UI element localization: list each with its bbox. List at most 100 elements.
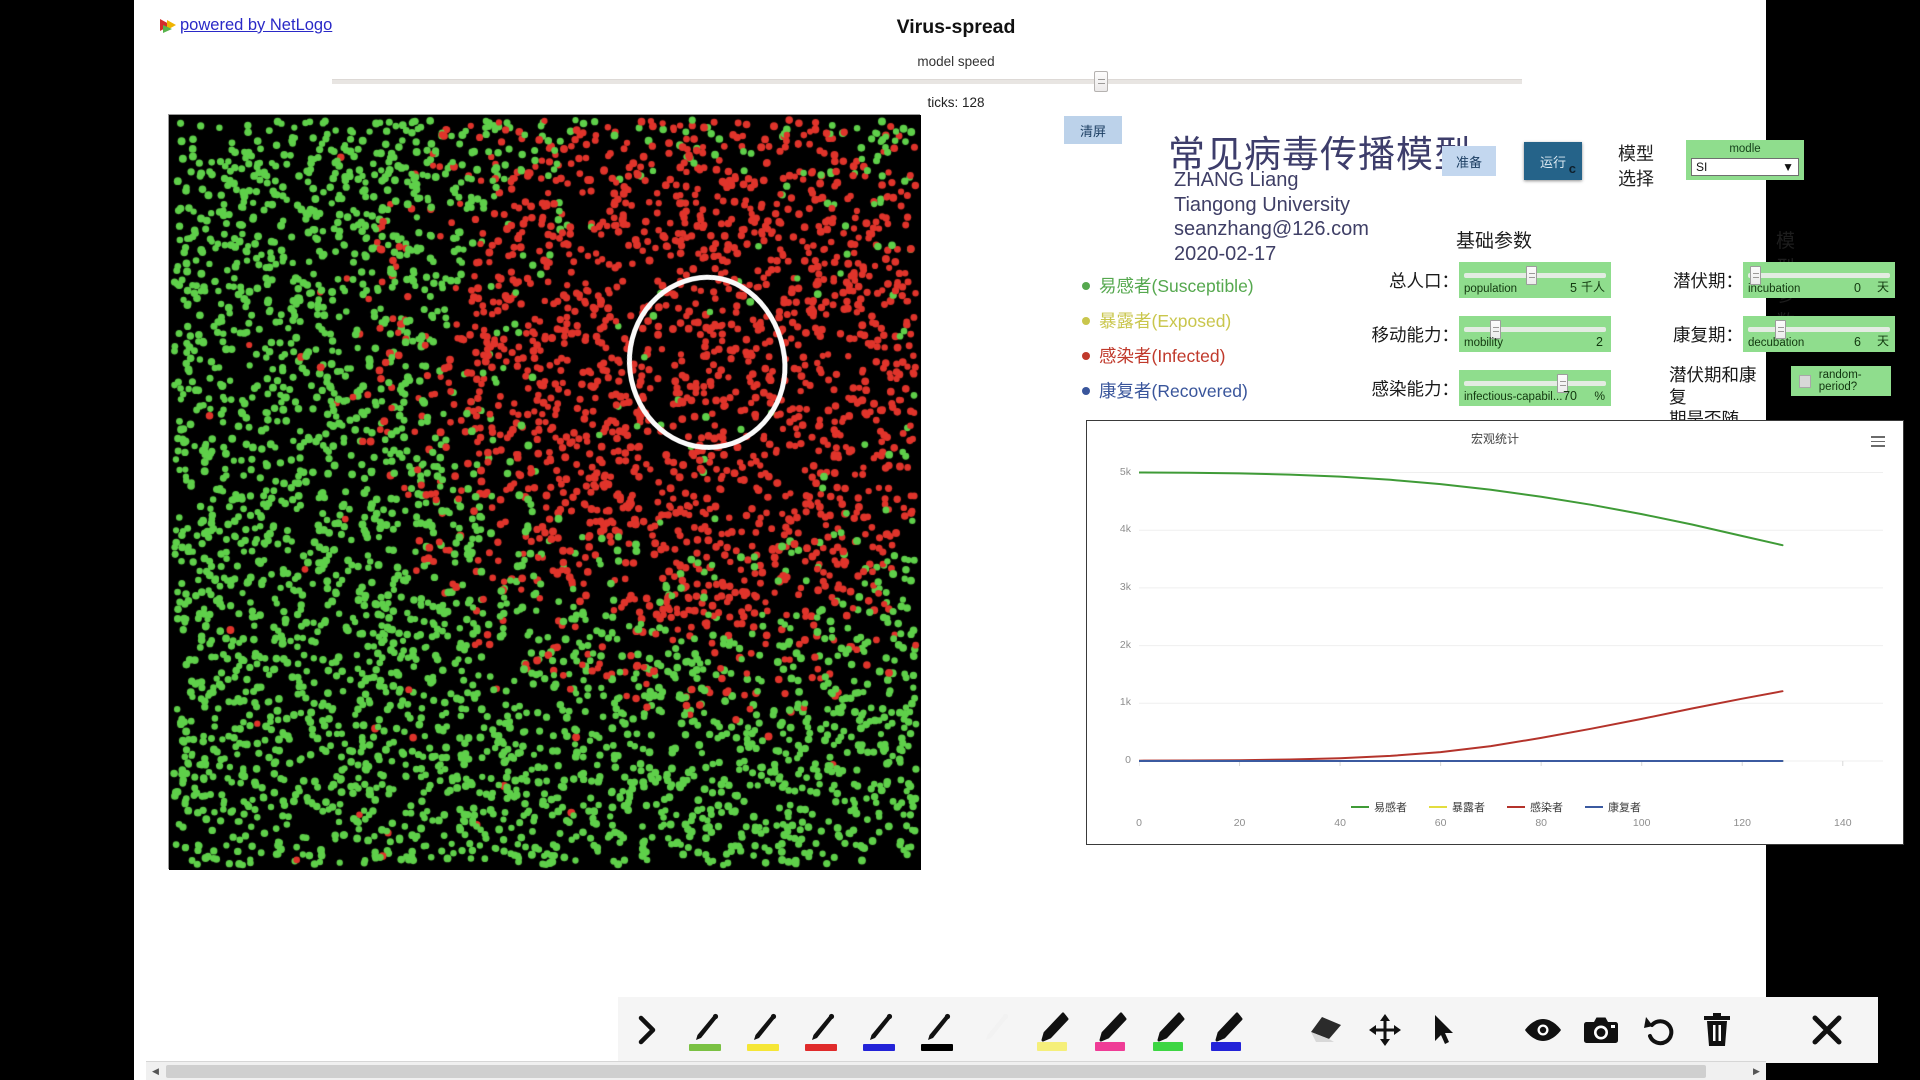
switch-toggle-icon[interactable] bbox=[1799, 374, 1811, 388]
random-period-label: random-period? bbox=[1818, 369, 1862, 393]
chart-menu-icon[interactable] bbox=[1871, 433, 1885, 450]
eraser-tool[interactable] bbox=[1298, 1001, 1356, 1059]
screenshot-tool[interactable] bbox=[1572, 1001, 1630, 1059]
move-tool[interactable] bbox=[1356, 1001, 1414, 1059]
scroll-right-icon[interactable]: ▶ bbox=[1747, 1062, 1766, 1080]
legend-color-dot bbox=[1082, 351, 1090, 360]
chart-legend-label: 易感者 bbox=[1374, 802, 1407, 814]
legend-color-dot bbox=[1082, 386, 1090, 395]
chart-legend-item[interactable]: 康复者 bbox=[1585, 799, 1641, 815]
tool-color-swatch bbox=[1211, 1042, 1241, 1051]
slider-value: 70 bbox=[1563, 389, 1577, 403]
random-period-question-line1: 潜伏期和康复 bbox=[1669, 365, 1757, 407]
chart-legend-label: 康复者 bbox=[1608, 802, 1641, 814]
tool-color-swatch bbox=[863, 1044, 895, 1051]
setup-button[interactable]: 准备 bbox=[1442, 146, 1496, 176]
horizontal-scrollbar[interactable]: ◀ ▶ bbox=[146, 1061, 1766, 1080]
chart-legend-item[interactable]: 暴露者 bbox=[1429, 799, 1485, 815]
model-select-label-line2: 选择 bbox=[1618, 169, 1654, 189]
x-axis-tick-label: 20 bbox=[1233, 817, 1246, 829]
random-period-switch[interactable]: random-period? bbox=[1791, 366, 1891, 396]
chart-legend-swatch bbox=[1585, 805, 1603, 809]
page-title: Virus-spread bbox=[896, 16, 1016, 38]
chart-svg bbox=[1139, 471, 1883, 766]
basic-param-row: 总人口： population 5 千人 bbox=[1361, 262, 1611, 298]
legend-item-label: 康复者(Recovered) bbox=[1099, 381, 1248, 401]
x-axis-tick-label: 40 bbox=[1334, 817, 1346, 829]
delete-tool[interactable] bbox=[1688, 1001, 1746, 1059]
model-param-slider-1[interactable]: decubation 6 天 bbox=[1743, 316, 1895, 352]
screen: powered by NetLogo Virus-spread model sp… bbox=[0, 0, 1920, 1080]
tool-color-swatch bbox=[1095, 1042, 1125, 1051]
chart-legend[interactable]: 易感者 暴露者 感染者 康复者 bbox=[1087, 799, 1905, 815]
annotation-toolbar[interactable] bbox=[618, 997, 1878, 1063]
tool-color-swatch bbox=[689, 1044, 721, 1051]
pen-white-tool[interactable] bbox=[966, 1001, 1024, 1059]
scroll-thumb[interactable] bbox=[166, 1065, 1706, 1078]
slider-track bbox=[1464, 327, 1606, 332]
tool-color-swatch bbox=[747, 1044, 779, 1051]
y-axis-tick-label: 3k bbox=[1119, 580, 1131, 593]
x-axis-tick-label: 140 bbox=[1834, 817, 1852, 829]
model-speed-slider[interactable] bbox=[332, 79, 1522, 84]
basic-param-slider-1[interactable]: mobility 2 bbox=[1459, 316, 1611, 352]
slider-unit: 天 bbox=[1876, 334, 1889, 348]
pointer-arrow-tool[interactable] bbox=[618, 1001, 676, 1059]
model-param-slider-0[interactable]: incubation 0 天 bbox=[1743, 262, 1895, 298]
marker-blue-tool[interactable] bbox=[1198, 1001, 1256, 1059]
chevron-down-icon: ▼ bbox=[1782, 160, 1794, 174]
y-axis-tick-label: 1k bbox=[1119, 696, 1131, 709]
y-axis-tick-label: 4k bbox=[1119, 523, 1131, 536]
model-chooser[interactable]: modle SI ▼ bbox=[1686, 140, 1804, 180]
pen-yellow-tool[interactable] bbox=[734, 1001, 792, 1059]
slider-name: mobility bbox=[1464, 337, 1503, 349]
go-button-label: 运行 bbox=[1539, 154, 1566, 170]
y-axis-tick-label: 0 bbox=[1125, 754, 1131, 766]
marker-pink-tool[interactable] bbox=[1082, 1001, 1140, 1059]
legend-item: 感染者(Infected) bbox=[1082, 338, 1254, 373]
model-select-label-line1: 模型 bbox=[1618, 144, 1654, 164]
chart-series-line bbox=[1139, 690, 1784, 762]
basic-param-slider-2[interactable]: infectious-capabil... 70% bbox=[1459, 370, 1611, 406]
model-param-row: 康复期： decubation 6 天 bbox=[1659, 316, 1895, 352]
scroll-left-icon[interactable]: ◀ bbox=[146, 1062, 165, 1080]
basic-param-slider-0[interactable]: population 5 千人 bbox=[1459, 262, 1611, 298]
slider-value: 2 bbox=[1596, 335, 1603, 349]
x-axis-tick-label: 80 bbox=[1535, 817, 1547, 829]
legend-item: 易感者(Susceptible) bbox=[1082, 268, 1254, 303]
slider-unit: 千人 bbox=[1580, 280, 1605, 294]
model-chooser-select[interactable]: SI ▼ bbox=[1691, 158, 1799, 176]
slider-thumb[interactable] bbox=[1525, 266, 1537, 285]
author-affiliation: Tiangong University bbox=[1174, 193, 1351, 216]
model-speed-thumb[interactable] bbox=[1094, 71, 1108, 92]
basic-param-label: 移动能力： bbox=[1371, 324, 1460, 345]
pen-blue-tool[interactable] bbox=[850, 1001, 908, 1059]
chart-legend-item[interactable]: 感染者 bbox=[1507, 799, 1563, 815]
go-button[interactable]: 运行 c bbox=[1524, 142, 1582, 180]
pen-green-tool[interactable] bbox=[676, 1001, 734, 1059]
go-button-shortcut: c bbox=[1568, 161, 1576, 176]
slider-value: 0 bbox=[1854, 281, 1861, 295]
slider-name: population bbox=[1464, 283, 1518, 295]
undo-tool[interactable] bbox=[1630, 1001, 1688, 1059]
pen-black-tool[interactable] bbox=[908, 1001, 966, 1059]
tool-color-swatch bbox=[1037, 1042, 1067, 1051]
close-toolbar[interactable] bbox=[1798, 1001, 1856, 1059]
basic-param-label: 感染能力： bbox=[1371, 378, 1460, 399]
visibility-tool[interactable] bbox=[1514, 1001, 1572, 1059]
clear-screen-button[interactable]: 清屏 bbox=[1064, 116, 1122, 144]
marker-green-tool[interactable] bbox=[1140, 1001, 1198, 1059]
select-cursor-tool[interactable] bbox=[1414, 1001, 1472, 1059]
x-axis-tick-label: 100 bbox=[1632, 817, 1651, 829]
netlogo-world-view[interactable] bbox=[168, 114, 921, 870]
legend-color-dot bbox=[1082, 316, 1090, 325]
x-axis-tick-label: 0 bbox=[1136, 817, 1142, 829]
chart-plot-area: 0 1k 2k 3k 4k 5k 0 20 40 60 80 100 120 140 bbox=[1120, 461, 1883, 829]
pen-red-tool[interactable] bbox=[792, 1001, 850, 1059]
macro-statistics-chart[interactable]: 宏观统计 0 1k 2k 3k 4k 5k 0 20 40 60 80 100 120 140 易感者 暴露… bbox=[1086, 420, 1904, 845]
slider-track bbox=[1748, 273, 1890, 278]
author-block: ZHANG Liang Tiangong University seanzhan… bbox=[1174, 168, 1369, 266]
y-axis-tick-label: 5k bbox=[1119, 465, 1131, 478]
marker-yellow-tool[interactable] bbox=[1024, 1001, 1082, 1059]
chart-legend-item[interactable]: 易感者 bbox=[1351, 799, 1407, 815]
